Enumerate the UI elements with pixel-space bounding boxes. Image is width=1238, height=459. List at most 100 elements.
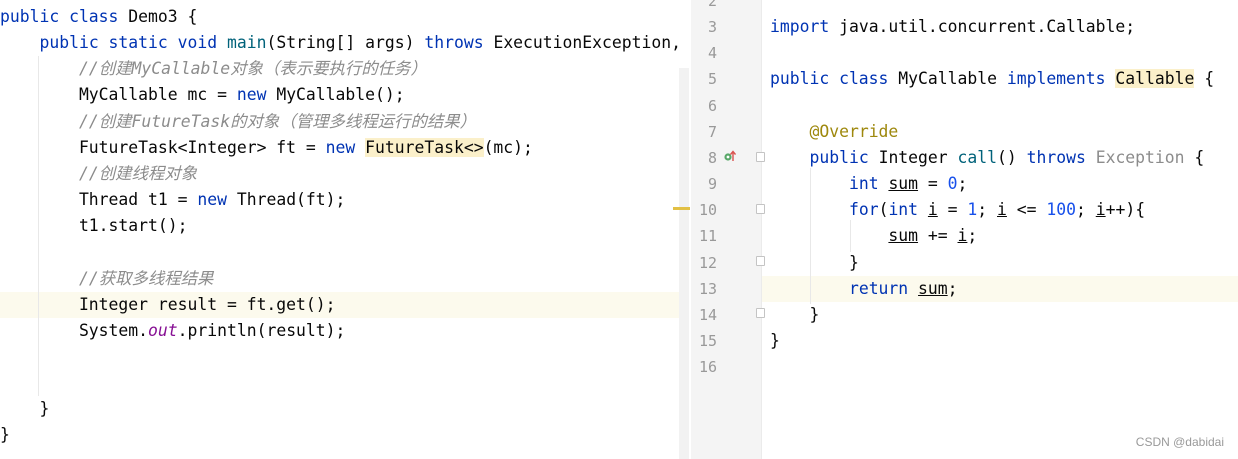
code-line[interactable]: //创建线程对象 [0,161,197,187]
code-token: System. [0,320,149,340]
code-token: public static void [39,33,218,53]
code-token: { [1194,69,1215,89]
line-number: 10 [698,201,717,220]
code-line[interactable]: public class MyCallable implements Calla… [770,66,1214,92]
code-line[interactable]: @Override [770,119,898,145]
code-token: //创建线程对象 [78,163,198,183]
code-line[interactable]: Thread t1 = new Thread(ft); [0,187,345,213]
code-token: public class [0,7,119,26]
code-token: Demo3 { [118,7,198,26]
line-number: 9 [707,175,717,194]
line-number: 5 [707,70,717,89]
code-token: ExecutionException, Interr [493,33,691,53]
code-token: sum [918,278,948,298]
code-token: Thread(ft); [226,190,346,210]
code-token: throws [424,33,484,53]
code-line[interactable]: t1.start(); [0,213,188,239]
code-token: (String[] args) [266,33,425,53]
code-line[interactable]: } [0,422,10,448]
code-line[interactable]: return sum; [770,276,958,302]
implements-method-icon[interactable] [724,150,736,162]
code-token: (mc); [483,137,533,157]
code-token: i [1095,200,1106,220]
code-line[interactable]: public Integer call() throws Exception { [770,145,1204,171]
code-line[interactable]: MyCallable mc = new MyCallable(); [0,82,405,108]
line-number: 12 [698,253,717,272]
code-token: t1.start(); [0,216,188,236]
code-line[interactable]: int sum = 0; [770,171,967,197]
left-editor-pane[interactable]: public class Demo3 { public static void … [0,0,691,459]
code-token: Thread t1 = [0,190,198,210]
code-token: for [848,200,879,220]
code-token: i [957,226,968,246]
code-line[interactable]: } [770,302,819,328]
fold-toggle-icon[interactable] [756,308,765,318]
code-token: out [148,320,178,340]
code-token: () [997,147,1027,167]
code-token: throws [1026,147,1086,167]
code-line[interactable]: Integer result = ft.get(); [0,292,336,318]
code-token: MyCallable mc = [0,85,237,105]
code-line[interactable]: //获取多线程结果 [0,266,213,292]
fold-toggle-icon[interactable] [756,204,765,214]
code-line[interactable]: for(int i = 1; i <= 100; i++){ [770,197,1145,223]
right-editor-pane[interactable]: 2 3 4 5 6 7 8 9 10 11 12 13 14 15 16 import java.util.… [691,0,1238,459]
code-token: Callable [1115,69,1195,89]
code-token: //创建MyCallable对象（表示要执行的任务） [78,59,427,79]
code-token: new [325,137,356,157]
code-line[interactable]: sum += i; [770,223,977,249]
code-token: new [197,190,227,210]
code-token: += [918,226,958,246]
code-token: = [918,174,948,194]
code-line[interactable]: public class Demo3 { [0,4,197,30]
code-token: } [0,399,50,419]
code-token: //获取多线程结果 [78,268,214,288]
code-line[interactable]: //创建MyCallable对象（表示要执行的任务） [0,56,427,82]
code-token: import [770,17,830,37]
left-vertical-scrollbar[interactable] [679,68,689,459]
code-line[interactable]: } [770,328,780,354]
code-line[interactable]: import java.util.concurrent.Callable; [770,14,1135,40]
code-token: Integer result = ft.get(); [0,294,336,314]
code-token: ( [878,200,889,220]
code-token: sum [888,226,919,246]
code-token: Exception [1095,147,1185,167]
code-token: implements [1006,69,1106,89]
code-line[interactable]: FutureTask<Integer> ft = new FutureTask<… [0,135,533,161]
code-line[interactable]: public static void main(String[] args) t… [0,30,691,56]
code-token: ; [967,226,978,246]
code-token: { [1184,147,1205,167]
left-scroll-marker [673,207,690,210]
line-number: 16 [698,358,717,377]
code-token: return [848,278,909,298]
code-line[interactable]: //创建FutureTask的对象（管理多线程运行的结果） [0,109,476,135]
code-token: ; [977,200,998,220]
code-token: 1 [967,200,978,220]
code-token: public class [770,69,889,89]
code-token: } [770,330,780,350]
code-token: ; [947,278,958,298]
line-number: 7 [707,122,717,141]
line-number: 14 [698,305,717,324]
code-token: int [848,174,879,194]
code-token: 0 [947,174,958,194]
code-token: 100 [1046,200,1076,220]
code-line[interactable]: } [770,250,859,276]
fold-toggle-icon[interactable] [756,152,765,162]
code-line[interactable]: } [0,396,49,422]
code-token: ; [1076,200,1096,220]
code-line[interactable]: System.out.println(result); [0,318,345,344]
code-token: int [888,200,919,220]
line-number: 6 [707,96,717,115]
code-token: //创建FutureTask的对象（管理多线程运行的结果） [78,111,477,131]
code-token: new [236,85,267,105]
fold-toggle-icon[interactable] [756,256,765,266]
